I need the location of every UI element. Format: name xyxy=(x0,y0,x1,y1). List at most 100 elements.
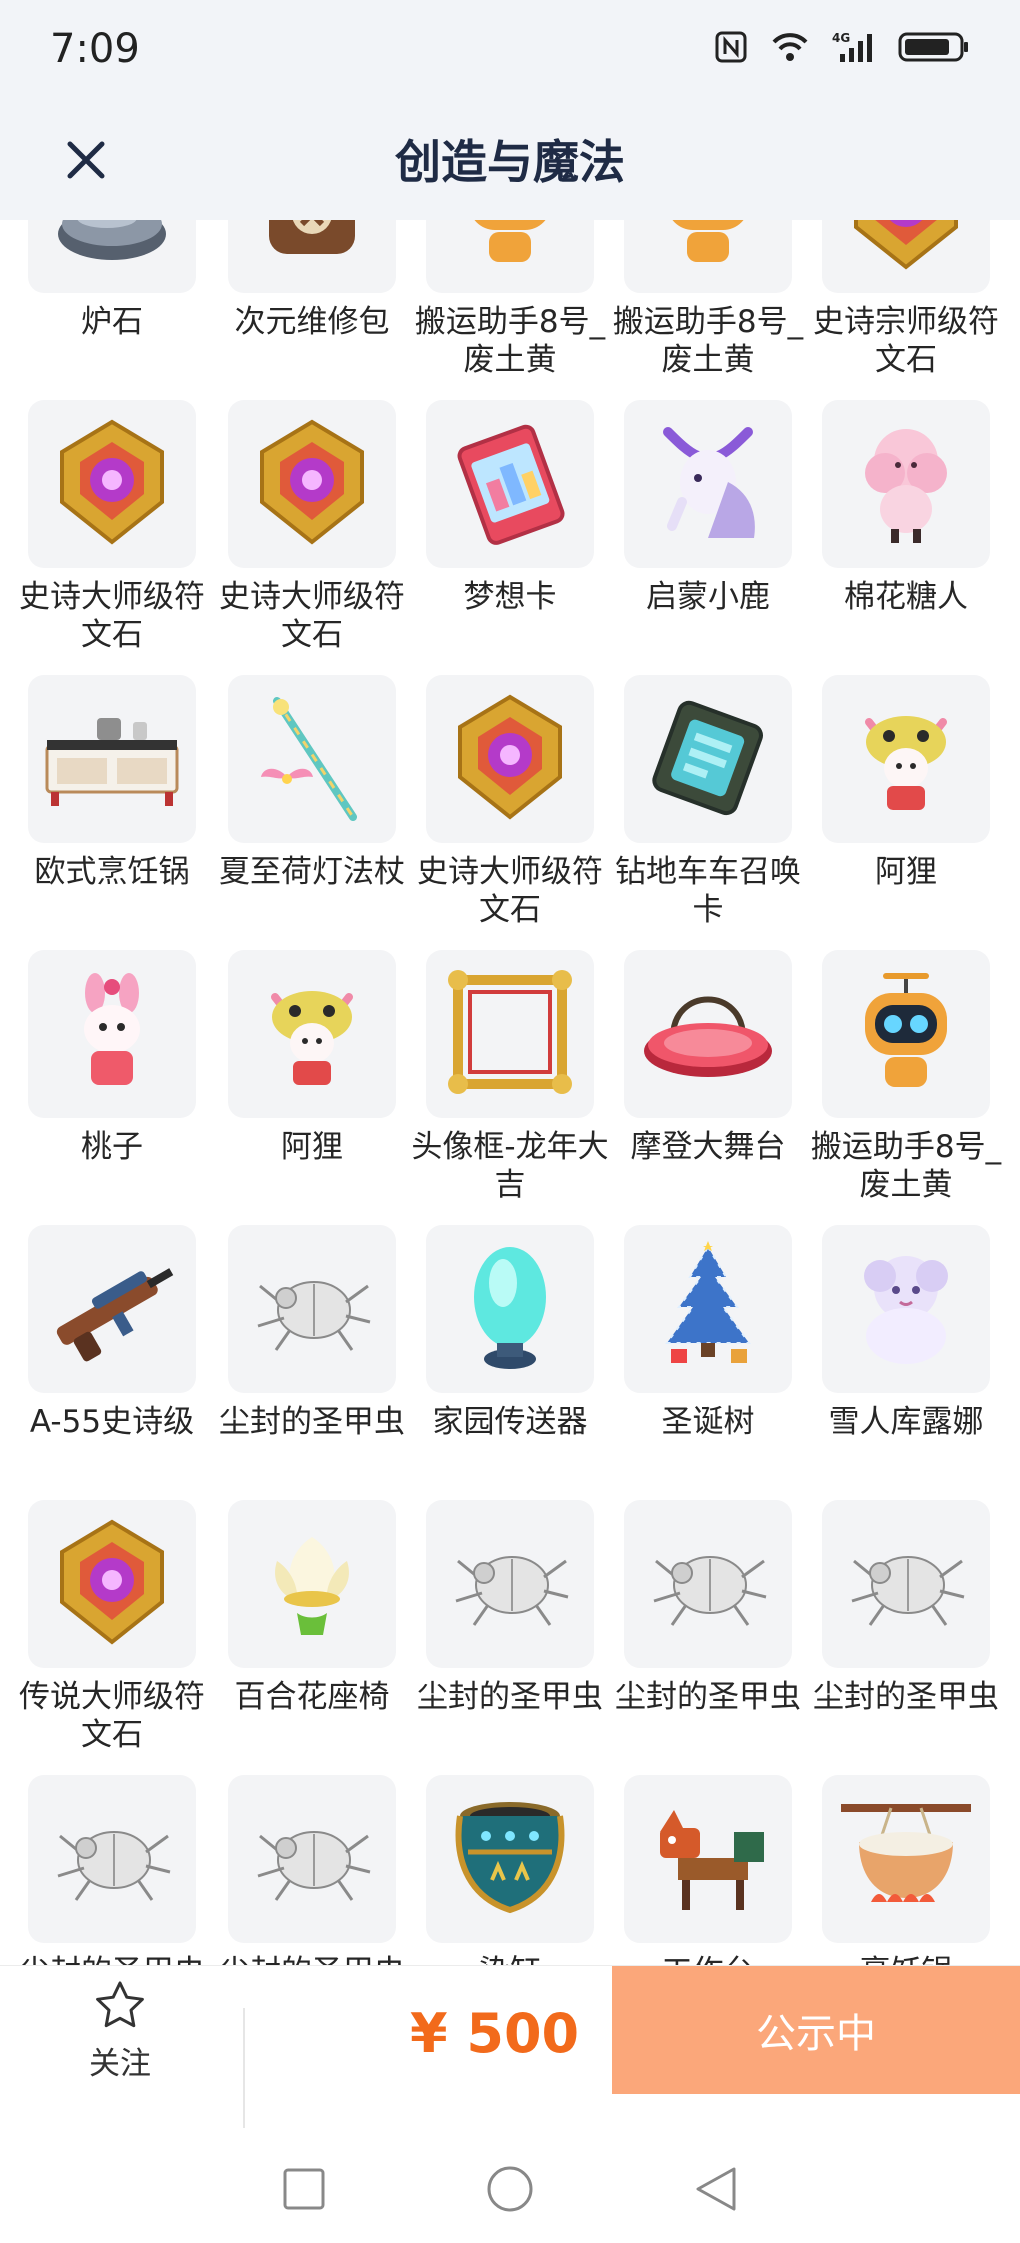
item-label: 尘封的圣甲虫 xyxy=(615,1679,801,1715)
header: 创造与魔法 xyxy=(0,100,1020,220)
item-card[interactable]: 梦想卡 xyxy=(410,400,610,650)
item-thumbnail xyxy=(624,400,792,568)
item-label: 头像框-龙年大吉 xyxy=(411,1129,609,1203)
item-label: 次元维修包 xyxy=(234,304,390,340)
item-card[interactable]: 次元维修包 xyxy=(212,220,412,375)
item-card[interactable]: 阿狸 xyxy=(212,950,412,1200)
status-button[interactable]: 公示中 xyxy=(612,1966,1020,2094)
home-icon[interactable] xyxy=(486,2165,534,2213)
item-thumbnail xyxy=(28,1500,196,1668)
item-card[interactable]: 圣诞树 xyxy=(608,1225,808,1475)
item-card[interactable]: 启蒙小鹿 xyxy=(608,400,808,650)
item-label: 工作台 xyxy=(608,1953,808,1965)
item-card[interactable]: 雪人库露娜 xyxy=(806,1225,1006,1475)
item-grid[interactable]: 炉石 次元维修包 搬运助手8号_废土黄 搬运助手8号_废土黄 史诗宗师级符文石 史诗大师级… xyxy=(0,220,1020,1965)
item-card[interactable]: 史诗大师级符文石 xyxy=(12,400,212,653)
item-label: A-55史诗级 xyxy=(29,1404,195,1440)
item-card[interactable]: 搬运助手8号_废土黄 xyxy=(806,950,1006,1203)
lily-chair-icon xyxy=(247,1517,377,1651)
battery-icon xyxy=(898,32,968,62)
nfc-icon xyxy=(715,31,747,63)
recent-apps-icon[interactable] xyxy=(282,2167,326,2211)
item-thumbnail xyxy=(228,220,396,293)
item-card[interactable]: 尘封的圣甲虫 xyxy=(212,1225,412,1475)
robot-icon xyxy=(445,220,575,276)
item-card[interactable]: 摩登大舞台 xyxy=(608,950,808,1200)
item-thumbnail xyxy=(28,1775,196,1943)
item-card[interactable]: 尘封的圣甲虫 xyxy=(608,1500,808,1750)
item-thumbnail xyxy=(28,950,196,1118)
item-thumbnail xyxy=(822,950,990,1118)
item-card[interactable]: 工作台 xyxy=(608,1775,808,1965)
teleporter-icon xyxy=(445,1237,575,1381)
item-card[interactable]: 烹饪锅 xyxy=(806,1775,1006,1965)
item-thumbnail xyxy=(426,950,594,1118)
item-card[interactable]: 尘封的圣甲虫 xyxy=(410,1500,610,1750)
rune-stone-icon xyxy=(440,687,580,831)
item-card[interactable]: 尘封的圣甲虫 xyxy=(12,1775,212,1965)
item-label: 染缸 xyxy=(410,1953,610,1965)
item-thumbnail xyxy=(624,1775,792,1943)
cotton-candy-icon xyxy=(841,417,971,551)
item-card[interactable]: 尘封的圣甲虫 xyxy=(212,1775,412,1965)
item-card[interactable]: 家园传送器 xyxy=(410,1225,610,1475)
beetle-icon xyxy=(242,1792,382,1926)
item-card[interactable]: 桃子 xyxy=(12,950,212,1200)
bunny-doll-icon xyxy=(47,967,177,1101)
summon-card-icon xyxy=(643,692,773,826)
item-card[interactable]: 百合花座椅 xyxy=(212,1500,412,1750)
staff-icon xyxy=(247,687,377,831)
item-card[interactable]: 棉花糖人 xyxy=(806,400,1006,650)
back-icon[interactable] xyxy=(694,2165,738,2213)
follow-button[interactable]: 关注 xyxy=(60,1978,180,2098)
item-card[interactable]: 史诗大师级符文石 xyxy=(410,675,610,928)
status-time: 7:09 xyxy=(50,26,140,72)
item-thumbnail xyxy=(822,400,990,568)
item-card[interactable]: 史诗宗师级符文石 xyxy=(806,220,1006,378)
item-thumbnail xyxy=(822,220,990,293)
item-card[interactable]: 史诗大师级符文石 xyxy=(212,400,412,653)
item-thumbnail xyxy=(426,220,594,293)
item-card[interactable]: 搬运助手8号_废土黄 xyxy=(410,220,610,378)
item-card[interactable]: 阿狸 xyxy=(806,675,1006,925)
item-label: 夏至荷灯法杖 xyxy=(219,854,405,890)
item-card[interactable]: 头像框-龙年大吉 xyxy=(410,950,610,1203)
item-label: 启蒙小鹿 xyxy=(646,579,770,615)
item-thumbnail xyxy=(28,675,196,843)
item-label: 欧式烹饪锅 xyxy=(34,854,190,890)
item-card[interactable]: 夏至荷灯法杖 xyxy=(212,675,412,925)
wifi-icon xyxy=(772,33,808,61)
stage-icon xyxy=(633,967,783,1101)
item-card[interactable]: 搬运助手8号_废土黄 xyxy=(608,220,808,378)
network-type-label: 4G xyxy=(832,31,850,45)
item-card[interactable]: 染缸 xyxy=(410,1775,610,1965)
item-card[interactable]: 传说大师级符文石 xyxy=(12,1500,212,1753)
follow-label: 关注 xyxy=(89,2046,151,2082)
item-thumbnail xyxy=(228,675,396,843)
item-thumbnail xyxy=(426,400,594,568)
item-thumbnail xyxy=(28,220,196,293)
item-label: 圣诞树 xyxy=(661,1404,755,1440)
item-thumbnail xyxy=(228,400,396,568)
rune-stone-icon xyxy=(42,412,182,556)
item-thumbnail xyxy=(426,1500,594,1668)
item-card[interactable]: A-55史诗级 xyxy=(12,1225,212,1475)
item-label: 传说大师级符文石 xyxy=(19,1679,205,1753)
item-label: 搬运助手8号_废土黄 xyxy=(612,304,804,378)
item-thumbnail xyxy=(228,1775,396,1943)
item-thumbnail xyxy=(28,400,196,568)
item-card[interactable]: 钻地车车召唤卡 xyxy=(608,675,808,928)
divider xyxy=(243,2008,245,2128)
item-label: 搬运助手8号_废土黄 xyxy=(414,304,606,378)
item-card[interactable]: 欧式烹饪锅 xyxy=(12,675,212,925)
item-card[interactable]: 炉石 xyxy=(12,220,212,375)
frame-icon xyxy=(440,962,580,1106)
item-card[interactable]: 尘封的圣甲虫 xyxy=(806,1500,1006,1750)
beetle-icon xyxy=(836,1517,976,1651)
bottom-action-bar: 关注 ¥ 500 公示中 xyxy=(0,1965,1020,2135)
item-label: 百合花座椅 xyxy=(234,1679,390,1715)
stone-icon xyxy=(47,220,177,276)
item-thumbnail xyxy=(822,1500,990,1668)
beetle-icon xyxy=(242,1242,382,1376)
item-label: 梦想卡 xyxy=(463,579,557,615)
